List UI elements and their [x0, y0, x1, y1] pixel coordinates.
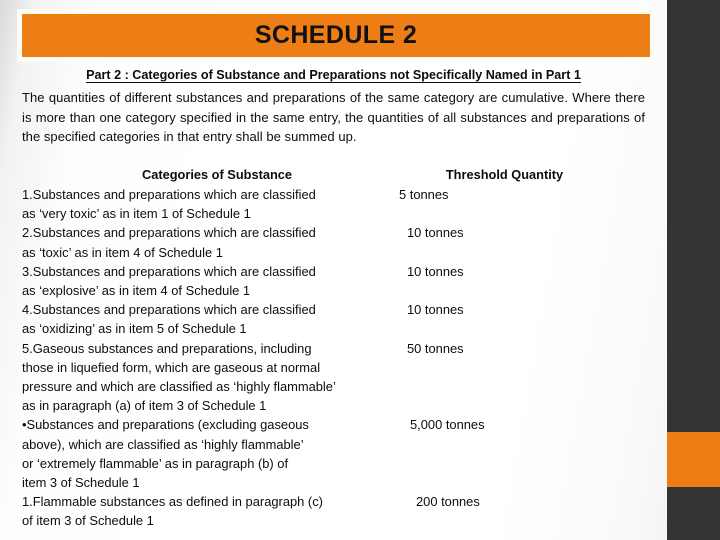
cell-quantity: 10 tonnes — [407, 302, 464, 318]
cell-category: 3.Substances and preparations which are … — [22, 263, 316, 298]
title-banner: SCHEDULE 2 — [22, 14, 650, 57]
schedule-table: Categories of Substance Threshold Quanti… — [22, 166, 645, 531]
slide: SCHEDULE 2 Part 2 : Categories of Substa… — [0, 0, 720, 540]
table-row: 5.Gaseous substances and preparations, i… — [22, 339, 645, 416]
intro-paragraph: The quantities of different substances a… — [22, 90, 645, 145]
decorative-rail-accent-block — [667, 432, 720, 487]
table-row: 3.Substances and preparations which are … — [22, 262, 645, 300]
table-row: 1.Flammable substances as defined in par… — [22, 492, 645, 530]
slide-content: Part 2 : Categories of Substance and Pre… — [0, 62, 667, 540]
table-row: 2.Substances and preparations which are … — [22, 223, 645, 261]
cell-category: •Substances and preparations (excluding … — [22, 417, 309, 491]
title-banner-frame: SCHEDULE 2 — [17, 9, 655, 62]
table-row: 1.Substances and preparations which are … — [22, 185, 645, 223]
cell-quantity: 200 tonnes — [416, 494, 480, 510]
cell-quantity: 10 tonnes — [407, 263, 464, 279]
cell-category: 1.Substances and preparations which are … — [22, 186, 316, 222]
page-title: SCHEDULE 2 — [254, 21, 418, 49]
column-header-quantity: Threshold Quantity — [445, 166, 564, 182]
table-row: 4.Substances and preparations which are … — [22, 300, 645, 338]
cell-category: 1.Flammable substances as defined in par… — [22, 494, 323, 529]
column-header-category: Categories of Substance — [141, 166, 293, 182]
cell-quantity: 5,000 tonnes — [410, 417, 485, 433]
cell-category: 5.Gaseous substances and preparations, i… — [22, 340, 336, 414]
cell-category: 2.Substances and preparations which are … — [22, 225, 316, 260]
part-heading: Part 2 : Categories of Substance and Pre… — [22, 68, 645, 83]
cell-category: 4.Substances and preparations which are … — [22, 302, 316, 337]
cell-quantity: 5 tonnes — [399, 186, 449, 202]
part-heading-text: Part 2 : Categories of Substance and Pre… — [86, 68, 581, 83]
table-row: •Substances and preparations (excluding … — [22, 415, 645, 492]
table-header-row: Categories of Substance Threshold Quanti… — [22, 166, 645, 184]
cell-quantity: 50 tonnes — [407, 340, 464, 356]
cell-quantity: 10 tonnes — [407, 225, 464, 241]
